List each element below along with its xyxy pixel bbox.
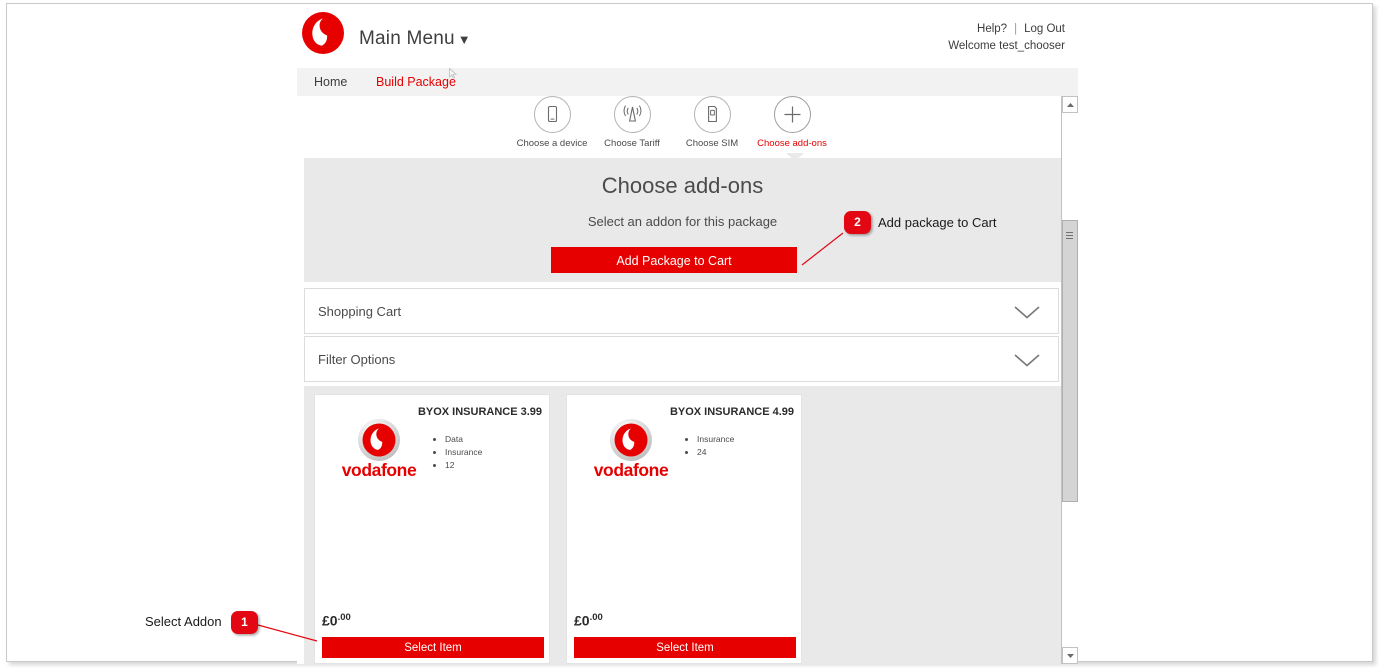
signal-icon	[613, 96, 651, 133]
product-feature: Data	[445, 433, 482, 446]
product-feature: 24	[697, 446, 734, 459]
chevron-down-icon[interactable]	[1014, 354, 1040, 367]
brand-wordmark: vodafone	[341, 460, 417, 480]
product-title: BYOX INSURANCE 3.99	[417, 406, 543, 418]
brand-wordmark: vodafone	[593, 460, 669, 480]
main-navigation: Home Build Package	[297, 68, 1078, 96]
page-content: Choose a device Choose Tariff Choose SIM…	[297, 96, 1061, 664]
shopping-cart-accordion[interactable]: Shopping Cart	[304, 288, 1059, 334]
product-brand-logo: vodafone	[583, 417, 679, 480]
product-card[interactable]: BYOX INSURANCE 3.99 vodafone • Data • In…	[314, 394, 550, 664]
price-currency: £	[322, 613, 330, 629]
web-page: Main Menu ▼ Help? | Log Out Welcome test_ch…	[297, 4, 1078, 664]
product-brand-logo: vodafone	[331, 417, 427, 480]
price-decimal: .00	[589, 612, 603, 624]
main-menu-label: Main Menu	[359, 28, 455, 49]
site-header: Main Menu ▼ Help? | Log Out Welcome test_ch…	[297, 4, 1078, 68]
scroll-up-arrow-icon[interactable]	[1062, 96, 1078, 113]
callout-text-1: Select Addon	[145, 614, 222, 629]
accordion-label: Filter Options	[318, 352, 396, 367]
logout-link[interactable]: Log Out	[1024, 23, 1065, 35]
select-item-button[interactable]: Select Item	[322, 637, 544, 658]
accordion-label: Shopping Cart	[318, 304, 402, 319]
addon-product-grid: BYOX INSURANCE 3.99 vodafone • Data • In…	[304, 386, 1061, 664]
main-menu-button[interactable]: Main Menu ▼	[359, 28, 471, 50]
plus-icon	[773, 96, 811, 133]
product-card[interactable]: BYOX INSURANCE 4.99 vodafone • Insurance…	[566, 394, 802, 664]
add-package-to-cart-button[interactable]: Add Package to Cart	[551, 247, 797, 273]
wizard-steps: Choose a device Choose Tariff Choose SIM…	[297, 96, 1061, 158]
callout-text-2: Add package to Cart	[878, 215, 997, 230]
sim-card-icon	[693, 96, 731, 133]
price-currency: £	[574, 613, 582, 629]
vertical-scrollbar[interactable]	[1061, 96, 1078, 664]
page-scroll-viewport: Choose a device Choose Tariff Choose SIM…	[297, 96, 1078, 664]
scrollbar-thumb[interactable]	[1062, 220, 1078, 502]
screenshot-root: Main Menu ▼ Help? | Log Out Welcome test_ch…	[0, 0, 1380, 668]
phone-icon	[533, 96, 571, 133]
filter-options-accordion[interactable]: Filter Options	[304, 336, 1059, 382]
utility-links: Help? | Log Out Welcome test_chooser	[948, 21, 1065, 55]
chevron-down-icon[interactable]	[1014, 306, 1040, 319]
product-price: £0.00	[574, 612, 603, 629]
product-feature: 12	[445, 459, 482, 472]
scroll-down-arrow-icon[interactable]	[1062, 647, 1078, 664]
vodafone-logo-icon	[608, 417, 654, 463]
page-title: Choose add-ons	[601, 173, 764, 198]
wizard-step-choose-add-ons[interactable]: Choose add-ons	[738, 96, 846, 149]
select-item-button[interactable]: Select Item	[574, 637, 796, 658]
price-whole: 0	[581, 613, 590, 629]
vodafone-logo-icon[interactable]	[300, 10, 346, 56]
callout-badge-2: 2	[844, 211, 871, 234]
price-decimal: .00	[337, 612, 351, 624]
cursor-artifact-icon	[449, 66, 458, 79]
wizard-step-label: Choose add-ons	[757, 138, 827, 149]
chevron-down-icon: ▼	[457, 32, 471, 47]
product-feature-list: Insurance 24	[683, 433, 734, 459]
callout-badge-1: 1	[231, 611, 258, 634]
help-link[interactable]: Help?	[977, 23, 1007, 35]
link-separator: |	[1014, 23, 1018, 35]
price-whole: 0	[329, 613, 338, 629]
nav-item-home[interactable]: Home	[314, 75, 347, 89]
welcome-text: Welcome test_chooser	[948, 40, 1065, 52]
nav-item-build-package[interactable]: Build Package	[376, 75, 456, 89]
product-feature: Insurance	[697, 433, 734, 446]
product-feature: Insurance	[445, 446, 482, 459]
product-price: £0.00	[322, 612, 351, 629]
vodafone-logo-icon	[356, 417, 402, 463]
product-title: BYOX INSURANCE 4.99	[669, 406, 795, 418]
scrollbar-thumb-grip	[1066, 232, 1073, 239]
product-feature-list: Data Insurance 12	[431, 433, 482, 472]
